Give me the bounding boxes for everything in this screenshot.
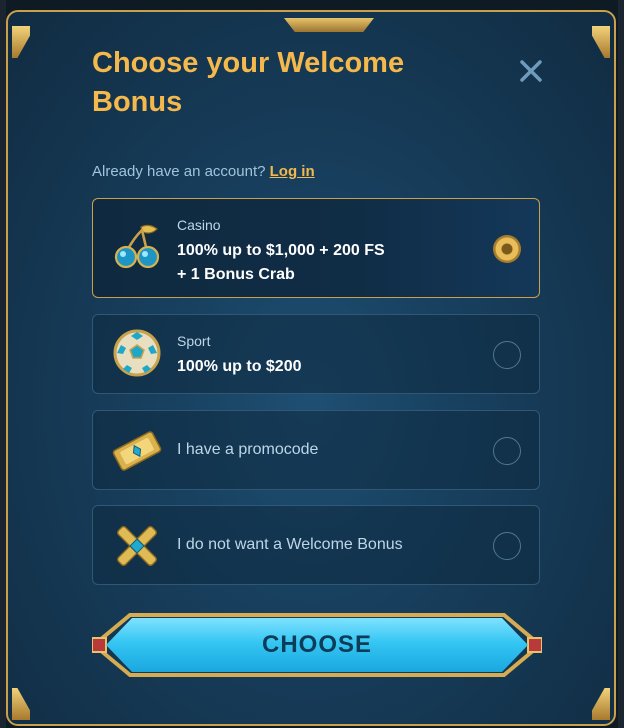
background-edge-right: [618, 0, 624, 728]
login-link[interactable]: Log in: [270, 163, 315, 180]
ticket-icon: [112, 431, 162, 471]
frame-corner-ornament: [12, 688, 30, 720]
frame-corner-ornament: [592, 688, 610, 720]
frame-corner-ornament: [12, 26, 30, 58]
account-text: Already have an account?: [92, 163, 266, 180]
option-bonus-line2: + 1 Bonus Crab: [177, 266, 295, 283]
radio-selected[interactable]: [493, 235, 521, 263]
option-no-bonus[interactable]: I do not want a Welcome Bonus: [92, 505, 540, 585]
radio-unselected[interactable]: [493, 341, 521, 369]
choose-button[interactable]: CHOOSE: [106, 618, 528, 672]
option-bonus-line1: 100% up to $200: [177, 358, 302, 375]
option-casino[interactable]: Casino 100% up to $1,000 + 200 FS + 1 Bo…: [92, 198, 540, 298]
modal-title: Choose your Welcome Bonus: [92, 47, 405, 118]
option-label: I have a promocode: [177, 441, 319, 458]
cherries-icon: [114, 224, 160, 269]
frame-top-ornament: [284, 18, 374, 32]
option-category: Casino: [177, 217, 221, 233]
option-sport[interactable]: Sport 100% up to $200: [92, 314, 540, 394]
choose-button-container: CHOOSE: [92, 612, 542, 678]
soccer-ball-icon: [113, 329, 161, 377]
option-label: I do not want a Welcome Bonus: [177, 536, 403, 553]
frame-corner-ornament: [592, 26, 610, 58]
option-category: Sport: [177, 333, 211, 349]
option-promocode[interactable]: I have a promocode: [92, 410, 540, 490]
close-button[interactable]: [518, 58, 544, 84]
radio-unselected[interactable]: [493, 437, 521, 465]
close-icon: [520, 60, 542, 82]
option-bonus-line1: 100% up to $1,000 + 200 FS: [177, 242, 385, 259]
welcome-bonus-modal: Choose your Welcome Bonus Already have a…: [6, 10, 616, 726]
radio-unselected[interactable]: [493, 532, 521, 560]
login-prompt: Already have an account? Log in: [92, 163, 315, 185]
cross-icon: [117, 526, 157, 566]
